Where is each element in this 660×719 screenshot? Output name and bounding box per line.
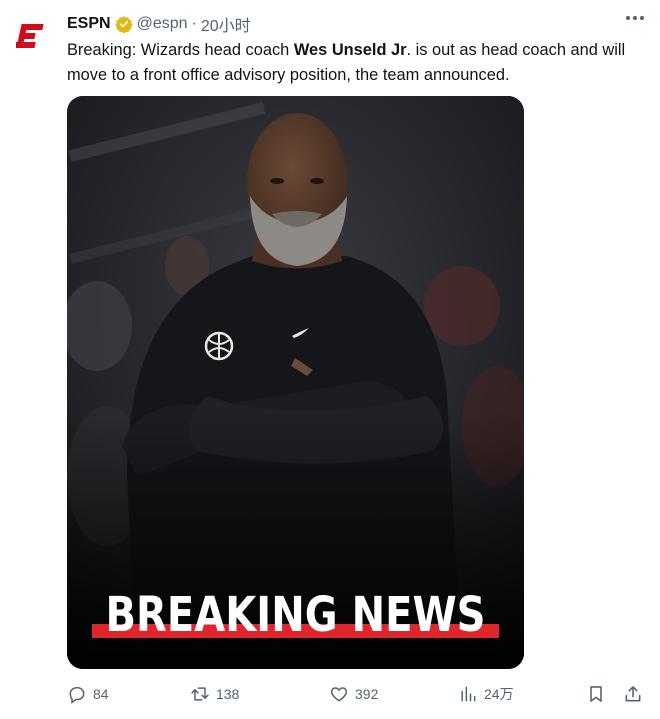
like-button[interactable]: 392	[329, 684, 378, 704]
views-button[interactable]: 24万	[458, 684, 514, 704]
author-handle[interactable]: @espn	[137, 15, 188, 33]
tweet-text: Breaking: Wizards head coach Wes Unseld …	[67, 38, 627, 88]
reply-count: 84	[93, 686, 109, 702]
like-count: 392	[355, 686, 379, 702]
bookmark-button[interactable]	[586, 684, 606, 704]
heart-icon	[330, 687, 348, 702]
more-options-icon[interactable]	[626, 16, 644, 20]
breaking-news-banner: BREAKING NEWS	[106, 587, 486, 643]
retweet-button[interactable]: 138	[190, 684, 239, 704]
bookmark-icon	[590, 686, 602, 702]
tweet-media-image[interactable]: BREAKING NEWS	[67, 96, 524, 669]
views-chart-icon	[461, 686, 476, 702]
share-button[interactable]	[623, 684, 643, 704]
reply-button[interactable]: 84	[67, 684, 109, 704]
retweet-count: 138	[216, 686, 240, 702]
share-icon	[625, 686, 641, 702]
verified-badge-icon	[114, 15, 133, 33]
espn-e-logo-icon	[14, 24, 44, 48]
tweet-text-part: Breaking: Wizards head coach	[67, 41, 294, 59]
reply-icon	[69, 687, 85, 704]
separator-dot: ·	[191, 15, 197, 32]
post-time[interactable]: 20小时	[201, 12, 251, 36]
retweet-icon	[191, 687, 209, 701]
tweet-text-bold: Wes Unseld Jr	[293, 41, 407, 59]
breaking-news-photo: BREAKING NEWS	[67, 96, 524, 669]
espn-logo-avatar[interactable]	[14, 22, 44, 50]
tweet-action-bar: 84 138 392 24万	[67, 680, 644, 708]
views-count: 24万	[484, 686, 514, 702]
tweet-header: ESPN @espn · 20小时	[67, 12, 644, 36]
author-name[interactable]: ESPN	[67, 15, 111, 33]
